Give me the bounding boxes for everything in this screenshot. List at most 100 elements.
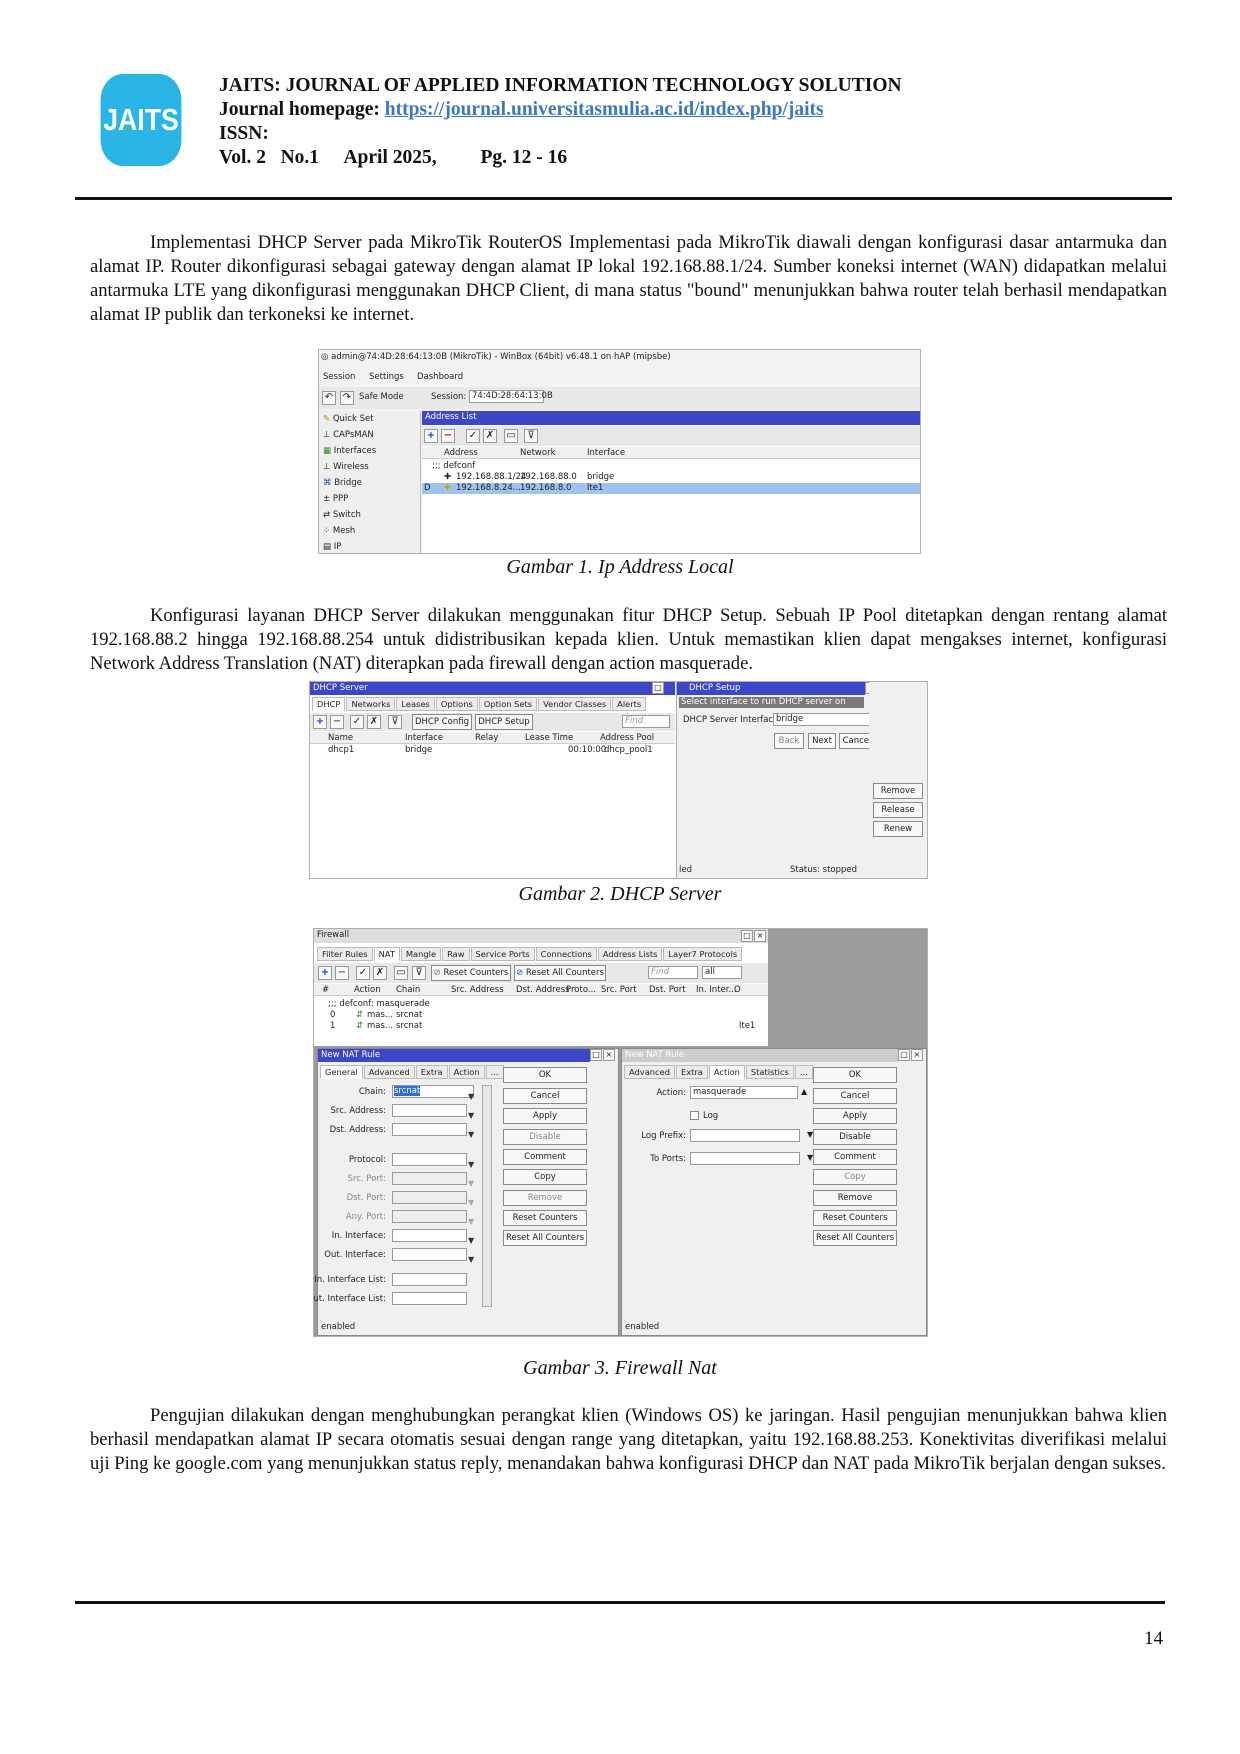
add-icon[interactable]: + <box>424 429 438 443</box>
col-protocol[interactable]: Proto... <box>566 985 596 995</box>
maximize-icon[interactable]: □ <box>741 930 753 942</box>
col-out[interactable]: O <box>734 985 741 995</box>
menu-settings[interactable]: Settings <box>369 372 404 382</box>
close-icon[interactable]: × <box>911 1049 923 1061</box>
out-interface-field[interactable] <box>392 1248 467 1261</box>
ok-button[interactable]: OK <box>503 1067 587 1083</box>
tab-action[interactable]: Action <box>448 1065 485 1079</box>
dst-port-field[interactable] <box>392 1191 467 1204</box>
find-input[interactable]: Find <box>622 715 670 728</box>
comment-icon[interactable]: ▭ <box>504 429 518 443</box>
apply-button[interactable]: Apply <box>503 1108 587 1124</box>
action-select[interactable]: masquerade <box>690 1086 798 1099</box>
disable-button[interactable]: Disable <box>813 1129 897 1145</box>
reset-all-counters-button[interactable]: Reset All Counters <box>503 1230 587 1246</box>
comment-button[interactable]: Comment <box>813 1149 897 1165</box>
tab-raw[interactable]: Raw <box>442 947 470 961</box>
disable-icon[interactable]: ✗ <box>373 966 387 980</box>
col-address[interactable]: Address <box>444 448 478 458</box>
in-interface-field[interactable] <box>392 1229 467 1242</box>
cancel-button[interactable]: Cancel <box>813 1088 897 1104</box>
tab-action[interactable]: Action <box>708 1065 745 1079</box>
tab-layer7[interactable]: Layer7 Protocols <box>663 947 743 961</box>
copy-button[interactable]: Copy <box>813 1169 897 1185</box>
reset-all-counters-button[interactable]: ⊘ Reset All Counters <box>514 965 606 981</box>
col-interface[interactable]: Interface <box>587 448 625 458</box>
reset-counters-button[interactable]: Reset Counters <box>813 1210 897 1226</box>
safe-mode-button[interactable]: Safe Mode <box>359 392 404 402</box>
sidebar-item-ip[interactable]: ▤ IP <box>323 542 341 552</box>
col-dst-address[interactable]: Dst. Address <box>516 985 570 995</box>
session-field[interactable]: 74:4D:28:64:13:0B <box>469 390 553 403</box>
filter-icon[interactable]: ⊽ <box>388 715 402 729</box>
tab-options[interactable]: Options <box>435 697 478 711</box>
enable-icon[interactable]: ✓ <box>350 715 364 729</box>
disable-button[interactable]: Disable <box>503 1129 587 1145</box>
tab-advanced[interactable]: Advanced <box>624 1065 675 1079</box>
copy-button[interactable]: Copy <box>503 1169 587 1185</box>
close-icon[interactable]: × <box>603 1049 615 1061</box>
any-port-field[interactable] <box>392 1210 467 1223</box>
remove-icon[interactable]: − <box>441 429 455 443</box>
disable-icon[interactable]: ✗ <box>367 715 381 729</box>
sidebar-item-switch[interactable]: ⇄ Switch <box>323 510 361 520</box>
col-name[interactable]: Name <box>328 733 353 743</box>
remove-button[interactable]: Remove <box>813 1190 897 1206</box>
dhcp-config-button[interactable]: DHCP Config <box>412 714 472 730</box>
add-icon[interactable]: + <box>313 715 327 729</box>
col-relay[interactable]: Relay <box>475 733 498 743</box>
sidebar-item-ppp[interactable]: ± PPP <box>323 494 348 504</box>
disable-icon[interactable]: ✗ <box>483 429 497 443</box>
col-lease-time[interactable]: Lease Time <box>525 733 573 743</box>
enable-icon[interactable]: ✓ <box>356 966 370 980</box>
src-address-field[interactable] <box>392 1104 467 1117</box>
dst-address-field[interactable] <box>392 1123 467 1136</box>
src-port-field[interactable] <box>392 1172 467 1185</box>
tab-option-sets[interactable]: Option Sets <box>478 697 538 711</box>
tab-address-lists[interactable]: Address Lists <box>597 947 663 961</box>
chain-field[interactable]: srcnat <box>392 1085 474 1098</box>
tab-nat[interactable]: NAT <box>373 947 400 961</box>
col-number[interactable]: # <box>322 985 329 995</box>
remove-button[interactable]: Remove <box>503 1190 587 1206</box>
col-chain[interactable]: Chain <box>396 985 420 995</box>
table-row[interactable]: 0 ⇵ mas... srcnat <box>314 1010 768 1021</box>
col-in-interface[interactable]: In. Inter... <box>696 985 737 995</box>
remove-icon[interactable]: − <box>330 715 344 729</box>
maximize-icon[interactable]: □ <box>652 682 664 694</box>
table-row[interactable]: D ✚ 192.168.8.24... 192.168.8.0 lte1 <box>422 483 920 494</box>
sidebar-item-quick-set[interactable]: ✎ Quick Set <box>323 414 374 424</box>
col-network[interactable]: Network <box>520 448 556 458</box>
release-button[interactable]: Release <box>873 802 923 818</box>
tab-statistics[interactable]: Statistics <box>745 1065 794 1079</box>
tab-leases[interactable]: Leases <box>396 697 435 711</box>
next-button[interactable]: Next <box>808 733 836 749</box>
table-row[interactable]: dhcp1 bridge 00:10:00 dhcp_pool1 <box>310 745 675 756</box>
dhcp-interface-select[interactable]: bridge <box>773 713 870 726</box>
tab-mangle[interactable]: Mangle <box>400 947 442 961</box>
reset-counters-button[interactable]: Reset Counters <box>503 1210 587 1226</box>
tab-networks[interactable]: Networks <box>346 697 396 711</box>
homepage-link[interactable]: https://journal.universitasmulia.ac.id/i… <box>385 99 824 120</box>
dhcp-setup-button[interactable]: DHCP Setup <box>475 714 533 730</box>
filter-icon[interactable]: ⊽ <box>412 966 426 980</box>
close-icon[interactable]: × <box>754 930 766 942</box>
col-interface[interactable]: Interface <box>405 733 443 743</box>
enable-icon[interactable]: ✓ <box>466 429 480 443</box>
reset-all-counters-button[interactable]: Reset All Counters <box>813 1230 897 1246</box>
back-button[interactable]: Back <box>774 733 804 749</box>
tab-advanced[interactable]: Advanced <box>363 1065 415 1079</box>
ok-button[interactable]: OK <box>813 1067 897 1083</box>
scrollbar[interactable] <box>482 1085 492 1307</box>
sidebar-item-mesh[interactable]: ⁘ Mesh <box>323 526 355 536</box>
menu-dashboard[interactable]: Dashboard <box>417 372 463 382</box>
in-interface-list-field[interactable] <box>392 1273 467 1286</box>
sidebar-item-capsman[interactable]: ⊥ CAPsMAN <box>323 430 374 440</box>
sidebar-item-wireless[interactable]: ⊥ Wireless <box>323 462 369 472</box>
reset-counters-button[interactable]: ⊘ Reset Counters <box>431 965 511 981</box>
to-ports-field[interactable] <box>690 1152 800 1165</box>
log-checkbox[interactable] <box>690 1111 699 1120</box>
table-row[interactable]: 1 ⇵ mas... srcnat lte1 <box>314 1021 768 1032</box>
tab-service-ports[interactable]: Service Ports <box>470 947 535 961</box>
chevron-up-icon[interactable]: ▲ <box>801 1087 807 1096</box>
